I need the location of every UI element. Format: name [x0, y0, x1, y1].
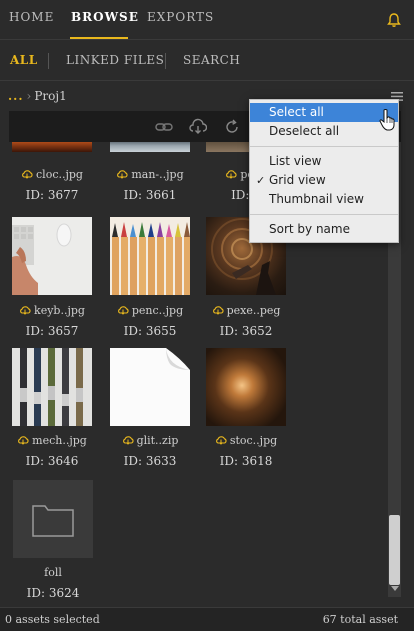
folder-thumbnail[interactable] — [13, 480, 93, 558]
tab-home[interactable]: HOME — [9, 10, 54, 24]
asset-name: pexe..peg — [198, 304, 294, 317]
subtab-divider — [48, 53, 49, 69]
tab-exports[interactable]: EXPORTS — [147, 10, 214, 24]
asset-id: ID: 3618 — [219, 454, 273, 468]
breadcrumb-folder[interactable]: Proj1 — [34, 89, 66, 103]
active-tab-underline — [70, 37, 128, 39]
cloud-icon — [226, 170, 237, 179]
folder-name: foll — [44, 566, 62, 579]
asset-name: glit..zip — [102, 434, 198, 447]
asset-id: ID: 3657 — [25, 324, 79, 338]
scroll-down-arrow-icon[interactable] — [390, 583, 400, 593]
asset-thumbnail[interactable] — [206, 348, 286, 426]
total-count: 67 total asset — [322, 613, 398, 626]
breadcrumb: ... › Proj1 — [8, 89, 67, 105]
cloud-icon — [20, 306, 31, 315]
asset-thumbnail[interactable] — [110, 142, 190, 152]
cloud-icon — [117, 170, 128, 179]
top-nav: HOME BROWSE EXPORTS — [0, 0, 414, 40]
bell-icon[interactable] — [386, 12, 402, 28]
asset-id: ID: 3633 — [123, 454, 177, 468]
cloud-icon — [117, 306, 129, 315]
menu-divider — [250, 146, 398, 147]
cloud-download-icon[interactable] — [189, 118, 207, 136]
view-options-menu: Select all Deselect all List view ✓ Grid … — [249, 99, 399, 243]
asset-id: ID: 3655 — [123, 324, 177, 338]
subtab-all[interactable]: ALL — [10, 53, 38, 67]
breadcrumb-separator: › — [26, 89, 32, 103]
menu-item-grid-view[interactable]: ✓ Grid view — [250, 171, 398, 190]
menu-item-deselect-all[interactable]: Deselect all — [250, 122, 398, 141]
asset-id: ID: 3646 — [25, 454, 79, 468]
subtab-linked-files[interactable]: LINKED FILES — [66, 53, 164, 67]
asset-thumbnail[interactable] — [110, 217, 190, 295]
tab-browse[interactable]: BROWSE — [71, 10, 139, 24]
folder-icon — [32, 505, 74, 537]
menu-divider — [250, 214, 398, 215]
refresh-icon[interactable] — [223, 118, 241, 136]
asset-thumbnail[interactable] — [12, 142, 92, 152]
asset-name: cloc..jpg — [9, 168, 100, 181]
sub-nav: ALL LINKED FILES SEARCH — [0, 41, 414, 81]
cloud-icon — [122, 436, 134, 445]
pointer-cursor-icon — [379, 109, 395, 131]
keyboard-photo — [12, 217, 92, 295]
subtab-divider — [165, 53, 166, 69]
menu-item-sort-by-name[interactable]: Sort by name — [250, 220, 398, 239]
zip-file-icon — [110, 348, 190, 426]
cloud-icon — [212, 306, 224, 315]
asset-name: mech..jpg — [9, 434, 100, 447]
asset-name: keyb..jpg — [9, 304, 100, 317]
status-bar: 0 assets selected 67 total asset — [0, 607, 414, 631]
asset-thumbnail[interactable] — [12, 217, 92, 295]
asset-name: stoc..jpg — [198, 434, 294, 447]
pencils-photo — [110, 217, 190, 295]
scrollbar-thumb[interactable] — [389, 515, 400, 585]
asset-id: ID: 3652 — [219, 324, 273, 338]
menu-item-select-all[interactable]: Select all — [250, 103, 398, 122]
cloud-icon — [18, 436, 29, 445]
subtab-search[interactable]: SEARCH — [183, 53, 240, 67]
menu-item-label: Grid view — [269, 173, 326, 187]
asset-name: penc..jpg — [102, 304, 198, 317]
asset-id: ID: 3677 — [25, 188, 79, 202]
folder-id: ID: 3624 — [26, 586, 80, 600]
asset-name: man-..jpg — [102, 168, 198, 181]
link-icon[interactable] — [155, 118, 173, 136]
breadcrumb-ellipsis[interactable]: ... — [8, 89, 24, 103]
menu-item-list-view[interactable]: List view — [250, 152, 398, 171]
cloud-icon — [215, 436, 227, 445]
asset-thumbnail[interactable] — [12, 348, 92, 426]
asset-thumbnail[interactable] — [110, 348, 190, 426]
checkmark-icon: ✓ — [256, 174, 266, 187]
asset-id: ID: 3661 — [123, 188, 177, 202]
menu-item-thumbnail-view[interactable]: Thumbnail view — [250, 190, 398, 209]
selected-count: 0 assets selected — [5, 613, 100, 626]
cloud-icon — [22, 170, 33, 179]
pens-photo — [12, 348, 92, 426]
